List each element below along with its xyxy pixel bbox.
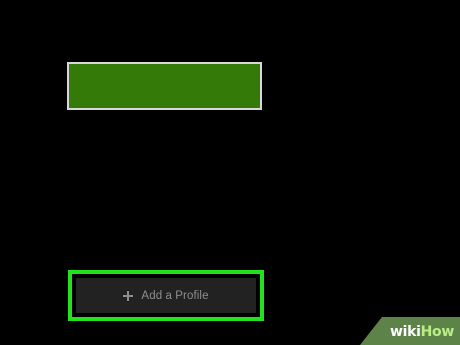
add-profile-button[interactable]: Add a Profile <box>76 278 256 313</box>
plus-icon <box>123 290 134 301</box>
add-profile-highlight: Add a Profile <box>68 270 264 321</box>
profile-tile[interactable] <box>67 62 262 110</box>
add-profile-label: Add a Profile <box>141 289 209 302</box>
watermark-text: wikiHow <box>390 324 454 340</box>
wikihow-watermark: wikiHow <box>360 317 460 345</box>
watermark-how: How <box>420 324 455 340</box>
watermark-wiki: wiki <box>389 324 421 340</box>
